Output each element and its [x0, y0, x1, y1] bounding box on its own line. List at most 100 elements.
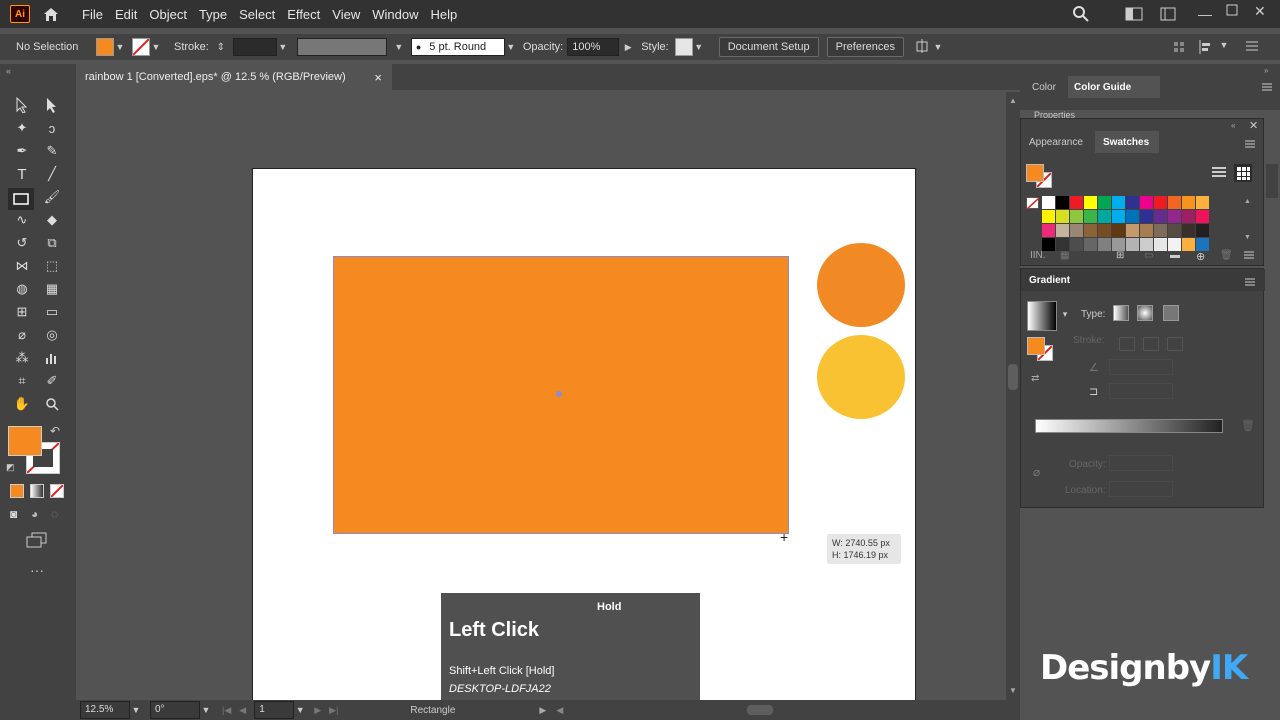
- chevron-down-icon[interactable]: ▼: [130, 705, 142, 715]
- reverse-gradient-icon[interactable]: ⇄: [1031, 373, 1039, 384]
- pen-tool-icon[interactable]: ✒: [12, 142, 32, 160]
- symbol-sprayer-tool-icon[interactable]: ⁂: [12, 349, 32, 367]
- color-swatch[interactable]: [1042, 210, 1055, 223]
- document-tab[interactable]: rainbow 1 [Converted].eps* @ 12.5 % (RGB…: [76, 64, 392, 90]
- scale-tool-icon[interactable]: ⧉: [42, 234, 62, 252]
- orange-circle[interactable]: [817, 243, 905, 327]
- color-swatch[interactable]: [1140, 224, 1153, 237]
- align-icon[interactable]: [1172, 40, 1186, 57]
- chevron-down-icon[interactable]: ▼: [932, 42, 944, 52]
- color-swatch[interactable]: [1098, 224, 1111, 237]
- status-menu-icon[interactable]: ▶: [539, 705, 546, 716]
- color-swatch[interactable]: [1042, 224, 1055, 237]
- color-swatch[interactable]: [1098, 210, 1111, 223]
- color-swatch[interactable]: [1154, 196, 1167, 209]
- color-swatch[interactable]: [1070, 196, 1083, 209]
- rectangle-tool-icon[interactable]: [8, 188, 34, 210]
- color-group-icon[interactable]: ▭: [1144, 250, 1153, 261]
- swatch-fill-front[interactable]: [1026, 164, 1044, 182]
- color-swatch[interactable]: [1084, 238, 1097, 251]
- draw-normal-icon[interactable]: ◙: [10, 507, 17, 521]
- close-tab-icon[interactable]: ×: [374, 70, 382, 85]
- gradient-slider[interactable]: [1035, 419, 1223, 433]
- show-swatch-kinds-icon[interactable]: ▦: [1060, 250, 1069, 261]
- color-swatch[interactable]: [1182, 224, 1195, 237]
- variable-width-profile[interactable]: [296, 38, 387, 56]
- hand-tool-icon[interactable]: ✋: [12, 395, 32, 413]
- gradient-title[interactable]: Gradient: [1029, 275, 1070, 286]
- menu-edit[interactable]: Edit: [115, 7, 137, 22]
- color-swatch[interactable]: [1154, 224, 1167, 237]
- tab-swatches[interactable]: Swatches: [1103, 137, 1149, 148]
- color-swatch[interactable]: [1056, 196, 1069, 209]
- vertical-scrollbar[interactable]: ▲ ▼: [1006, 92, 1020, 700]
- chevron-down-icon[interactable]: ▼: [294, 705, 306, 715]
- color-swatch[interactable]: [1182, 238, 1195, 251]
- workspace-icon[interactable]: [1125, 7, 1143, 24]
- chevron-right-icon[interactable]: ▶: [619, 42, 637, 53]
- color-swatch[interactable]: [1098, 196, 1111, 209]
- menu-window[interactable]: Window: [372, 7, 418, 22]
- shape-builder-tool-icon[interactable]: ◍: [12, 280, 32, 298]
- freeform-gradient-icon[interactable]: [1163, 305, 1179, 321]
- color-swatch[interactable]: [1168, 224, 1181, 237]
- collapse-icon[interactable]: «: [6, 66, 11, 76]
- color-swatch[interactable]: [1196, 224, 1209, 237]
- minimize-icon[interactable]: —: [1198, 6, 1212, 22]
- default-colors-icon[interactable]: ◩: [6, 462, 15, 473]
- arrange-icon[interactable]: [1160, 7, 1176, 24]
- scroll-down-icon[interactable]: ▼: [1009, 686, 1017, 695]
- selection-tool-icon[interactable]: [12, 96, 32, 114]
- delete-swatch-icon[interactable]: 🗑: [1220, 250, 1233, 261]
- panel-menu-icon[interactable]: [1244, 250, 1254, 262]
- grid-view-icon[interactable]: [1234, 164, 1252, 182]
- menu-help[interactable]: Help: [430, 7, 457, 22]
- canvas-area[interactable]: + W: 2740.55 px H: 1746.19 px Hold Left …: [76, 92, 1006, 700]
- color-swatch[interactable]: [1196, 210, 1209, 223]
- width-tool-icon[interactable]: ⋈: [12, 257, 32, 275]
- scroll-left-icon[interactable]: ◀: [556, 705, 563, 716]
- stroke-stepper[interactable]: ⇕: [215, 42, 227, 53]
- scroll-up-icon[interactable]: ▲: [1009, 96, 1017, 105]
- gradient-tool-icon[interactable]: ▭: [42, 303, 62, 321]
- chevron-down-icon[interactable]: ▼: [200, 705, 212, 715]
- color-swatch[interactable]: [1056, 210, 1069, 223]
- dock-scrollbar[interactable]: [1266, 164, 1278, 198]
- distribute-icon[interactable]: [1198, 40, 1214, 57]
- panel-menu-icon[interactable]: [1245, 277, 1255, 289]
- graph-tool-icon[interactable]: [42, 349, 62, 367]
- panel-menu-icon[interactable]: [1245, 139, 1255, 151]
- perspective-grid-tool-icon[interactable]: ▦: [42, 280, 62, 298]
- swatch-libraries-icon[interactable]: IIN.: [1030, 250, 1046, 261]
- color-swatch[interactable]: [1196, 196, 1209, 209]
- collapse-panel-icon[interactable]: «: [1231, 121, 1235, 130]
- magic-wand-tool-icon[interactable]: ✦: [12, 119, 32, 137]
- brush-select[interactable]: ● 5 pt. Round: [410, 38, 505, 56]
- chevron-down-icon[interactable]: ▼: [387, 42, 411, 52]
- zoom-tool-icon[interactable]: [42, 395, 62, 413]
- swatch-scroll-up-icon[interactable]: ▲: [1244, 198, 1251, 205]
- color-swatch[interactable]: [1168, 196, 1181, 209]
- draw-inside-icon[interactable]: ◌: [51, 507, 58, 521]
- line-tool-icon[interactable]: ╱: [42, 165, 62, 183]
- color-swatch[interactable]: [1084, 224, 1097, 237]
- eyedropper-tool-icon[interactable]: ⌀: [12, 326, 32, 344]
- curvature-tool-icon[interactable]: ✎: [42, 142, 62, 160]
- gradient-preview[interactable]: [1027, 301, 1057, 331]
- color-swatch[interactable]: [1140, 196, 1153, 209]
- color-swatch[interactable]: [1056, 224, 1069, 237]
- eraser-tool-icon[interactable]: ◆: [42, 211, 62, 229]
- color-swatch[interactable]: [1112, 224, 1125, 237]
- color-swatch[interactable]: [1098, 238, 1111, 251]
- chevron-down-icon[interactable]: ▼: [505, 42, 517, 52]
- none-mode-icon[interactable]: [50, 484, 64, 498]
- panel-menu-icon[interactable]: [1246, 41, 1258, 54]
- collapse-dock-icon[interactable]: »: [1264, 66, 1268, 75]
- artboard[interactable]: + W: 2740.55 px H: 1746.19 px Hold Left …: [252, 168, 916, 700]
- fill-swatch[interactable]: [96, 38, 114, 56]
- first-artboard-icon[interactable]: |◀: [222, 705, 231, 716]
- artboard-tool-icon[interactable]: ⌗: [12, 372, 32, 390]
- screen-mode-icon[interactable]: [26, 532, 48, 551]
- edit-toolbar-icon[interactable]: ···: [30, 562, 44, 578]
- color-swatch[interactable]: [1070, 224, 1083, 237]
